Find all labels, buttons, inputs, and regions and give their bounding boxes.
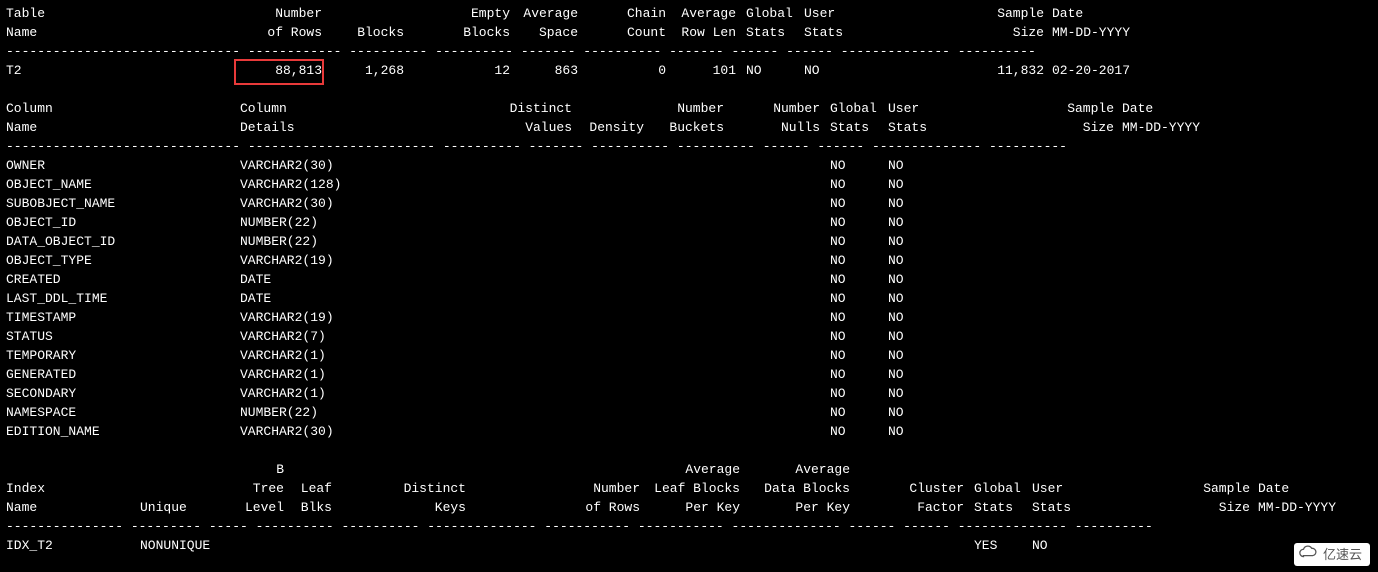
col-details: VARCHAR2(19) bbox=[240, 251, 500, 270]
column-row: DATA_OBJECT_IDNUMBER(22) NONO bbox=[6, 232, 1372, 251]
col-name: OWNER bbox=[6, 156, 240, 175]
col-global-stats: NO bbox=[830, 232, 888, 251]
column-row: NAMESPACENUMBER(22) NONO bbox=[6, 403, 1372, 422]
column-row: SECONDARYVARCHAR2(1) NONO bbox=[6, 384, 1372, 403]
col-user-stats: NO bbox=[888, 289, 946, 308]
index-header-row2: Index Tree Leaf Distinct Number Leaf Blo… bbox=[6, 479, 1372, 498]
col-user-stats: NO bbox=[888, 346, 946, 365]
col-name: SUBOBJECT_NAME bbox=[6, 194, 240, 213]
col-name: OBJECT_TYPE bbox=[6, 251, 240, 270]
col-details: VARCHAR2(7) bbox=[240, 327, 500, 346]
col-user-stats: NO bbox=[888, 365, 946, 384]
col-global-stats: NO bbox=[830, 289, 888, 308]
col-details: VARCHAR2(128) bbox=[240, 175, 500, 194]
col-user-stats: NO bbox=[888, 327, 946, 346]
table-name-cell: T2 bbox=[6, 61, 240, 80]
col-name: EDITION_NAME bbox=[6, 422, 240, 441]
col-user-stats: NO bbox=[888, 384, 946, 403]
col-user-stats: NO bbox=[888, 175, 946, 194]
col-name: NAMESPACE bbox=[6, 403, 240, 422]
col-name: STATUS bbox=[6, 327, 240, 346]
col-details: VARCHAR2(30) bbox=[240, 156, 500, 175]
column-row: CREATEDDATE NONO bbox=[6, 270, 1372, 289]
col-global-stats: NO bbox=[830, 365, 888, 384]
col-global-stats: NO bbox=[830, 346, 888, 365]
col-details: VARCHAR2(1) bbox=[240, 346, 500, 365]
column-row: OBJECT_TYPEVARCHAR2(19) NONO bbox=[6, 251, 1372, 270]
index-header-row3: Name Unique Level Blks Keys of Rows Per … bbox=[6, 498, 1372, 517]
col-user-stats: NO bbox=[888, 194, 946, 213]
watermark-text: 亿速云 bbox=[1323, 545, 1362, 564]
col-details: NUMBER(22) bbox=[240, 213, 500, 232]
col-global-stats: NO bbox=[830, 384, 888, 403]
col-user-stats: NO bbox=[888, 156, 946, 175]
column-row: TIMESTAMPVARCHAR2(19) NONO bbox=[6, 308, 1372, 327]
col-global-stats: NO bbox=[830, 175, 888, 194]
col-global-stats: NO bbox=[830, 194, 888, 213]
separator: ------------------------------ ---------… bbox=[6, 137, 1372, 156]
index-data-row: IDX_T2 NONUNIQUE YES NO bbox=[6, 536, 1372, 555]
column-row: SUBOBJECT_NAMEVARCHAR2(30) NONO bbox=[6, 194, 1372, 213]
column-row: LAST_DDL_TIMEDATE NONO bbox=[6, 289, 1372, 308]
cloud-icon bbox=[1298, 545, 1320, 564]
col-details: VARCHAR2(30) bbox=[240, 422, 500, 441]
col-user-stats: NO bbox=[888, 213, 946, 232]
col-details: VARCHAR2(1) bbox=[240, 384, 500, 403]
col-user-stats: NO bbox=[888, 232, 946, 251]
column-row: EDITION_NAMEVARCHAR2(30) NONO bbox=[6, 422, 1372, 441]
column-row: OBJECT_IDNUMBER(22) NONO bbox=[6, 213, 1372, 232]
col-name: TIMESTAMP bbox=[6, 308, 240, 327]
separator: --------------- --------- ----- --------… bbox=[6, 517, 1372, 536]
col-details: VARCHAR2(30) bbox=[240, 194, 500, 213]
column-header-row2: Name Details Values Density Buckets Null… bbox=[6, 118, 1372, 137]
col-name: OBJECT_NAME bbox=[6, 175, 240, 194]
index-name-cell: IDX_T2 bbox=[6, 536, 140, 555]
col-name: GENERATED bbox=[6, 365, 240, 384]
column-row: STATUSVARCHAR2(7) NONO bbox=[6, 327, 1372, 346]
table-data-row: T2 88,813 1,268 12 863 0 101 NO NO 11,83… bbox=[6, 61, 1372, 80]
separator: ------------------------------ ---------… bbox=[6, 42, 1372, 61]
col-details: DATE bbox=[240, 289, 500, 308]
col-details: NUMBER(22) bbox=[240, 232, 500, 251]
col-global-stats: NO bbox=[830, 270, 888, 289]
index-header-row1: B Average Average bbox=[6, 460, 1372, 479]
col-global-stats: NO bbox=[830, 327, 888, 346]
watermark-badge: 亿速云 bbox=[1294, 543, 1370, 566]
columns-body: OWNERVARCHAR2(30)NONOOBJECT_NAMEVARCHAR2… bbox=[6, 156, 1372, 441]
col-global-stats: NO bbox=[830, 251, 888, 270]
table-header-row2: Name of Rows Blocks Blocks Space Count R… bbox=[6, 23, 1372, 42]
col-global-stats: NO bbox=[830, 213, 888, 232]
col-details: VARCHAR2(19) bbox=[240, 308, 500, 327]
col-global-stats: NO bbox=[830, 422, 888, 441]
num-rows-cell: 88,813 bbox=[240, 61, 322, 80]
col-name: TEMPORARY bbox=[6, 346, 240, 365]
col-global-stats: NO bbox=[830, 403, 888, 422]
col-user-stats: NO bbox=[888, 270, 946, 289]
col-global-stats: NO bbox=[830, 308, 888, 327]
column-header-row1: Column Column Distinct Number Number Glo… bbox=[6, 99, 1372, 118]
col-name: DATA_OBJECT_ID bbox=[6, 232, 240, 251]
col-details: VARCHAR2(1) bbox=[240, 365, 500, 384]
col-user-stats: NO bbox=[888, 422, 946, 441]
col-global-stats: NO bbox=[830, 156, 888, 175]
column-row: OBJECT_NAMEVARCHAR2(128) NONO bbox=[6, 175, 1372, 194]
hdr-table-name: Table bbox=[6, 4, 240, 23]
column-row: TEMPORARYVARCHAR2(1) NONO bbox=[6, 346, 1372, 365]
col-name: LAST_DDL_TIME bbox=[6, 289, 240, 308]
column-row: OWNERVARCHAR2(30) NONO bbox=[6, 156, 1372, 175]
col-user-stats: NO bbox=[888, 251, 946, 270]
column-row: GENERATEDVARCHAR2(1) NONO bbox=[6, 365, 1372, 384]
col-details: DATE bbox=[240, 270, 500, 289]
table-header-row1: Table Number Empty Average Chain Average… bbox=[6, 4, 1372, 23]
col-name: CREATED bbox=[6, 270, 240, 289]
col-details: NUMBER(22) bbox=[240, 403, 500, 422]
col-name: SECONDARY bbox=[6, 384, 240, 403]
col-name: OBJECT_ID bbox=[6, 213, 240, 232]
col-user-stats: NO bbox=[888, 403, 946, 422]
col-user-stats: NO bbox=[888, 308, 946, 327]
